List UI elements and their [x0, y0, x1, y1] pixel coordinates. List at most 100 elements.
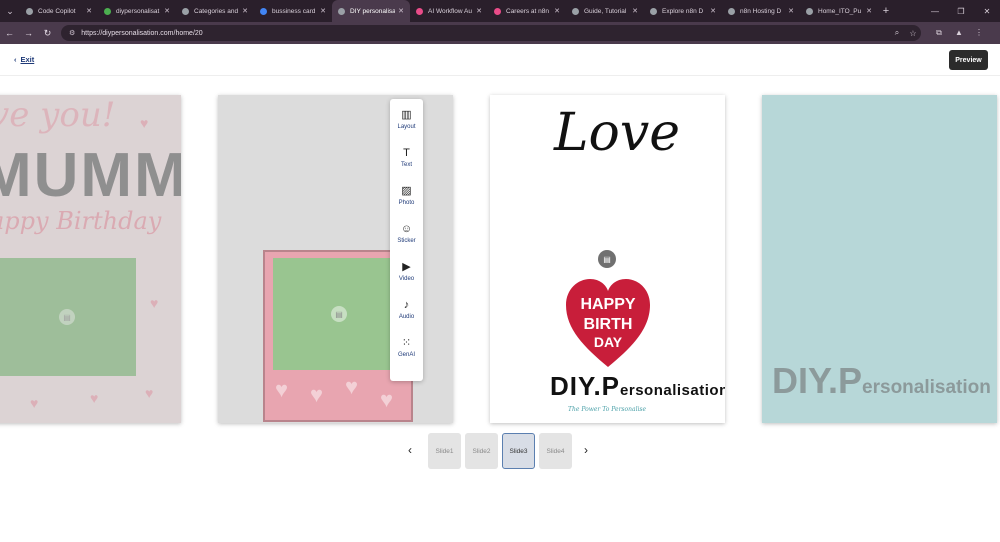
brand-small: ersonalisation: [620, 382, 725, 399]
bookmark-star-icon[interactable]: ☆: [905, 29, 921, 38]
photo-placeholder[interactable]: ▤: [273, 258, 405, 370]
site-info-icon[interactable]: ⚙: [69, 29, 75, 37]
exit-link[interactable]: ‹ Exit: [14, 55, 34, 64]
tab-favicon-icon: [728, 7, 735, 15]
browser-tab[interactable]: Guide, Tutorial ✕: [566, 0, 644, 22]
happy-birthday-heart: HAPPY BIRTH DAY: [566, 279, 650, 367]
browser-tab[interactable]: Home_ITO_Pu ✕: [800, 0, 878, 22]
toolbar-label: Photo: [398, 199, 415, 206]
tab-close-icon[interactable]: ✕: [164, 7, 170, 15]
browser-tab[interactable]: diypersonalisat ✕: [98, 0, 176, 22]
brand-big: DIY.P: [550, 371, 621, 401]
heart-decoration: ♥: [345, 374, 359, 399]
browser-tab[interactable]: Code Copilot ✕: [20, 0, 98, 22]
heart-decoration: ♥: [310, 382, 324, 407]
brand-tagline: The Power To Personalise: [568, 406, 647, 413]
toolbar-audio-button[interactable]: ♪ Audio: [390, 293, 423, 325]
love-text: Love: [554, 103, 680, 163]
minimize-icon[interactable]: —: [922, 7, 948, 16]
menu-icon[interactable]: ⋮: [969, 28, 989, 38]
toolbar-video-button[interactable]: ▶ Video: [390, 255, 423, 287]
tab-label: Home_ITO_Pu: [818, 7, 862, 15]
tab-favicon-icon: [26, 7, 33, 15]
close-window-icon[interactable]: ✕: [974, 7, 1000, 16]
browser-tab[interactable]: Explore n8n D ✕: [644, 0, 722, 22]
editor-header: ‹ Exit Preview: [0, 44, 1000, 76]
toolbar-layout-button[interactable]: ▥ Layout: [390, 103, 423, 135]
toolbar-text-button[interactable]: T Text: [390, 141, 423, 173]
tab-label: Code Copilot: [38, 7, 76, 15]
slide-thumb-button[interactable]: Slide2: [465, 433, 498, 469]
url-text: https://diypersonalisation.com/home/20: [81, 29, 203, 37]
text-icon: T: [403, 146, 410, 159]
forward-icon[interactable]: →: [19, 28, 38, 38]
toolbar-label: Layout: [397, 123, 416, 130]
browser-tab[interactable]: Categories and ✕: [176, 0, 254, 22]
tab-favicon-icon: [260, 7, 267, 15]
new-tab-button[interactable]: +: [878, 5, 894, 17]
toolbar-label: Video: [398, 275, 415, 282]
slide-card-4[interactable]: DIY.Personalisation: [762, 95, 997, 423]
slide-card-1[interactable]: ♥ ♥ ♥ ♥ ♥ ve you! MUMMY appy Birthday ▤: [0, 95, 181, 423]
toolbar-sticker-button[interactable]: ☺ Sticker: [390, 217, 423, 249]
tab-label: Categories and: [194, 7, 239, 15]
url-input[interactable]: ⚙ https://diypersonalisation.com/home/20…: [61, 25, 921, 41]
brand-small: ersonalisation: [862, 377, 991, 398]
brand-big: DIY.P: [772, 360, 863, 401]
editor-toolbar: ▥ Layout T Text ▨ Photo ☺ Sticker ▶ Video ♪ Audio ⁙ G…: [390, 99, 423, 381]
tab-close-icon[interactable]: ✕: [710, 7, 716, 15]
inactive-overlay: [0, 95, 181, 423]
browser-tab[interactable]: AI Workflow Au ✕: [410, 0, 488, 22]
chevron-left-icon: ‹: [14, 55, 17, 64]
tab-label: diypersonalisat: [116, 7, 160, 15]
tab-close-icon[interactable]: ✕: [86, 7, 92, 15]
browser-tab[interactable]: n8n Hosting D ✕: [722, 0, 800, 22]
tab-label: n8n Hosting D: [740, 7, 782, 15]
tab-search-button[interactable]: ⌄: [0, 0, 20, 22]
tab-strip: Code Copilot ✕ diypersonalisat ✕ Categories …: [20, 0, 878, 22]
slide-card-3[interactable]: Love ▤ HAPPY BIRTH DAY DIY.Personalisati…: [490, 95, 725, 423]
tab-close-icon[interactable]: ✕: [398, 7, 404, 15]
extensions-icon[interactable]: ⧉: [929, 28, 949, 38]
brand-logo: DIY.Personalisation: [550, 371, 725, 402]
toolbar-label: Audio: [398, 313, 415, 320]
zoom-icon[interactable]: ⌕: [889, 28, 905, 38]
browser-tab[interactable]: Careers at n8n ✕: [488, 0, 566, 22]
exit-label: Exit: [20, 55, 35, 64]
heart-word-3: DAY: [594, 334, 623, 350]
preview-button[interactable]: Preview: [949, 50, 988, 70]
back-icon[interactable]: ←: [0, 28, 19, 38]
heart-decoration: ♥: [380, 387, 394, 412]
genai-icon: ⁙: [401, 336, 412, 349]
toolbar-photo-button[interactable]: ▨ Photo: [390, 179, 423, 211]
reload-icon[interactable]: ↻: [38, 28, 57, 39]
tab-close-icon[interactable]: ✕: [866, 7, 872, 15]
tab-favicon-icon: [572, 7, 579, 15]
slide-thumb-button[interactable]: Slide4: [539, 433, 572, 469]
heart-word-2: BIRTH: [584, 316, 633, 333]
slide-thumb-button[interactable]: Slide3: [502, 433, 535, 469]
video-icon: ▶: [402, 260, 411, 273]
tab-favicon-icon: [494, 7, 501, 15]
sticker-icon: ☺: [400, 222, 413, 235]
toolbar-genai-button[interactable]: ⁙ GenAI: [390, 331, 423, 363]
tab-favicon-icon: [104, 7, 111, 15]
profile-icon[interactable]: ▲: [949, 28, 969, 38]
tab-label: bussiness card: [272, 7, 316, 15]
layout-icon: ▥: [401, 108, 412, 121]
file-icon[interactable]: ▤: [598, 250, 616, 268]
next-slide-icon[interactable]: ›: [578, 443, 594, 457]
tab-close-icon[interactable]: ✕: [476, 7, 482, 15]
restore-icon[interactable]: ❐: [948, 7, 974, 16]
browser-tab[interactable]: bussiness card ✕: [254, 0, 332, 22]
tab-close-icon[interactable]: ✕: [554, 7, 560, 15]
tab-close-icon[interactable]: ✕: [632, 7, 638, 15]
tab-favicon-icon: [416, 7, 423, 15]
previous-slide-icon[interactable]: ‹: [402, 443, 418, 457]
tab-close-icon[interactable]: ✕: [320, 7, 326, 15]
tab-close-icon[interactable]: ✕: [242, 7, 248, 15]
slide-thumb-button[interactable]: Slide1: [428, 433, 461, 469]
tab-favicon-icon: [182, 7, 189, 15]
tab-close-icon[interactable]: ✕: [788, 7, 794, 15]
browser-tab[interactable]: DIY personalisa ✕: [332, 0, 410, 22]
